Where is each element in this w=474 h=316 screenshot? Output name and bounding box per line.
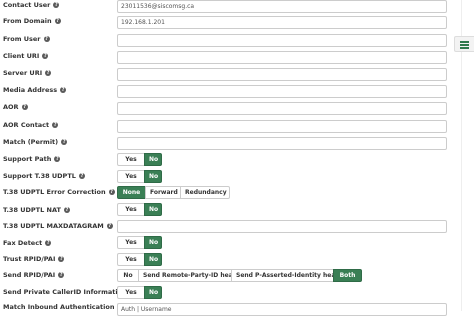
t38-nat-no-button[interactable]: No: [144, 203, 162, 216]
server-uri-label: Server URI?: [3, 69, 52, 77]
error-correction-label: T.38 UDPTL Error Correction?: [3, 188, 115, 196]
send-private-callerid-label: Send Private CallerID Information?: [3, 287, 136, 297]
maxdatagram-label: T.38 UDPTL MAXDATAGRAM?: [3, 222, 113, 230]
send-private-callerid-toggle: Yes No: [117, 286, 162, 299]
help-icon[interactable]: ?: [58, 272, 65, 278]
aor-label: AOR?: [3, 103, 28, 111]
support-path-label: Support Path?: [3, 155, 61, 163]
t38-nat-toggle: Yes No: [117, 203, 162, 216]
list-icon: [460, 41, 469, 50]
match-permit-label: Match (Permit)?: [3, 138, 68, 146]
send-rpid-no-button[interactable]: No: [117, 269, 139, 282]
help-icon[interactable]: ?: [106, 223, 113, 229]
client-uri-label: Client URI?: [3, 52, 49, 60]
help-icon[interactable]: ?: [58, 256, 65, 262]
maxdatagram-input[interactable]: [117, 220, 447, 233]
help-icon[interactable]: ?: [53, 2, 60, 8]
trust-rpid-yes-button[interactable]: Yes: [117, 253, 145, 266]
aor-contact-label: AOR Contact?: [3, 121, 59, 129]
help-icon[interactable]: ?: [52, 122, 59, 128]
error-correction-none-button[interactable]: None: [117, 186, 146, 199]
t38-nat-yes-button[interactable]: Yes: [117, 203, 145, 216]
media-address-input[interactable]: [117, 85, 447, 98]
from-domain-label: From Domain?: [3, 17, 61, 25]
send-rpid-p-asserted-button[interactable]: Send P-Asserted-Identity header: [231, 269, 347, 282]
trust-rpid-no-button[interactable]: No: [144, 253, 162, 266]
error-correction-group: None Forward Redundancy: [117, 186, 230, 199]
send-rpid-group: No Send Remote-Party-ID header Send P-As…: [117, 269, 362, 282]
fax-detect-label: Fax Detect?: [3, 239, 52, 247]
help-icon[interactable]: ?: [63, 207, 70, 213]
from-user-label: From User?: [3, 35, 50, 43]
help-icon[interactable]: ?: [45, 70, 52, 76]
help-icon[interactable]: ?: [108, 189, 115, 195]
contact-user-input[interactable]: 23011536@siscomsg.ca: [117, 0, 447, 13]
trust-rpid-toggle: Yes No: [117, 253, 162, 266]
support-t38-yes-button[interactable]: Yes: [117, 170, 145, 183]
send-rpid-label: Send RPID/PAI?: [3, 271, 65, 279]
help-icon[interactable]: ?: [43, 36, 50, 42]
trust-rpid-label: Trust RPID/PAI?: [3, 255, 65, 263]
error-correction-forward-button[interactable]: Forward: [145, 186, 181, 199]
support-path-toggle: Yes No: [117, 153, 162, 166]
help-icon[interactable]: ?: [60, 87, 67, 93]
help-icon[interactable]: ?: [54, 18, 61, 24]
server-uri-input[interactable]: [117, 68, 447, 81]
help-icon[interactable]: ?: [21, 104, 28, 110]
send-rpid-both-button[interactable]: Both: [333, 269, 362, 282]
aor-input[interactable]: [117, 102, 447, 115]
from-user-input[interactable]: [117, 34, 447, 47]
side-panel-toggle-button[interactable]: [454, 36, 474, 52]
aor-contact-input[interactable]: [117, 120, 447, 133]
send-private-callerid-yes-button[interactable]: Yes: [117, 286, 145, 299]
support-t38-toggle: Yes No: [117, 170, 162, 183]
media-address-label: Media Address?: [3, 86, 67, 94]
help-icon[interactable]: ?: [42, 53, 49, 59]
fax-detect-toggle: Yes No: [117, 236, 162, 249]
help-icon[interactable]: ?: [61, 139, 68, 145]
send-private-callerid-no-button[interactable]: No: [144, 286, 162, 299]
client-uri-input[interactable]: [117, 51, 447, 64]
support-t38-no-button[interactable]: No: [144, 170, 162, 183]
help-icon[interactable]: ?: [45, 240, 52, 246]
fax-detect-no-button[interactable]: No: [144, 236, 162, 249]
error-correction-redundancy-button[interactable]: Redundancy: [180, 186, 230, 199]
match-permit-input[interactable]: [117, 137, 447, 150]
contact-user-label: Contact User?: [3, 1, 60, 9]
help-icon[interactable]: ?: [54, 156, 61, 162]
t38-nat-label: T.38 UDPTL NAT?: [3, 206, 70, 214]
support-path-yes-button[interactable]: Yes: [117, 153, 145, 166]
fax-detect-yes-button[interactable]: Yes: [117, 236, 145, 249]
from-domain-input[interactable]: 192.168.1.201: [117, 16, 447, 29]
help-icon[interactable]: ?: [78, 173, 85, 179]
match-inbound-auth-select[interactable]: Auth | Username: [117, 303, 447, 316]
support-path-no-button[interactable]: No: [144, 153, 162, 166]
send-rpid-remote-party-button[interactable]: Send Remote-Party-ID header: [138, 269, 244, 282]
support-t38-label: Support T.38 UDPTL?: [3, 172, 85, 180]
